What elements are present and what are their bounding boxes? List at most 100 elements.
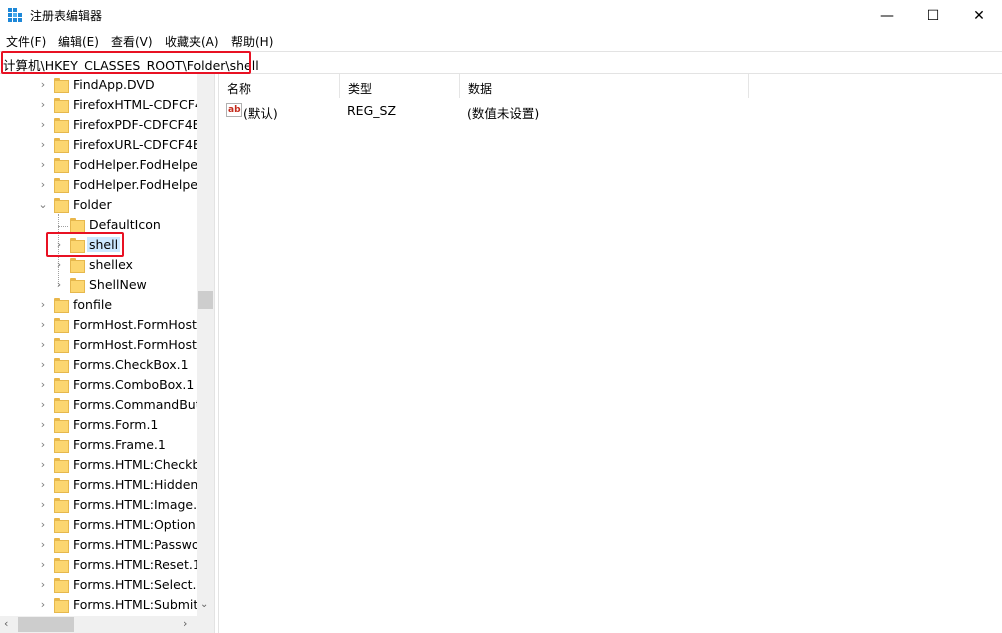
scroll-thumb[interactable]: [198, 291, 213, 309]
chevron-right-icon[interactable]: ›: [38, 338, 48, 352]
tree-item-label: FirefoxURL-CDFCF4B7: [73, 137, 210, 152]
tree-item[interactable]: › Forms.HTML:Select.1: [0, 575, 204, 595]
tree-item[interactable]: › ShellNew: [0, 275, 197, 295]
chevron-right-icon[interactable]: ›: [38, 578, 48, 592]
chevron-right-icon[interactable]: ›: [38, 518, 48, 532]
registry-tree[interactable]: › FindApp.DVD › FirefoxHTML-CDFCF4 › Fir…: [0, 74, 213, 633]
chevron-right-icon[interactable]: ›: [38, 458, 48, 472]
chevron-right-icon[interactable]: ›: [38, 78, 48, 92]
list-header: 名称 类型 数据: [219, 74, 1002, 98]
tree-item[interactable]: › FodHelper.FodHelper: [0, 175, 203, 195]
close-icon: ✕: [973, 7, 985, 24]
menu-view[interactable]: 查看(V): [111, 33, 153, 50]
tree-item[interactable]: › FodHelper.FodHelper: [0, 155, 203, 175]
tree-item[interactable]: › Forms.CommandButt: [0, 395, 206, 415]
menu-help[interactable]: 帮助(H): [231, 33, 273, 50]
tree-item[interactable]: › Forms.ComboBox.1: [0, 375, 197, 395]
chevron-right-icon[interactable]: ›: [38, 98, 48, 112]
tree-item-label: Forms.ComboBox.1: [73, 377, 195, 392]
column-type[interactable]: 类型: [340, 74, 460, 98]
tree-item[interactable]: › Forms.HTML:Image.1: [0, 495, 205, 515]
tree-item-label: Forms.HTML:Select.1: [73, 577, 205, 592]
chevron-right-icon[interactable]: ›: [38, 498, 48, 512]
chevron-right-icon[interactable]: ›: [54, 258, 64, 272]
tree-item[interactable]: › FindApp.DVD: [0, 75, 197, 95]
tree-item[interactable]: › Forms.CheckBox.1: [0, 355, 197, 375]
tree-horizontal-scrollbar[interactable]: ‹ ›: [0, 616, 197, 633]
scroll-right-icon[interactable]: ›: [183, 617, 187, 630]
tree-item[interactable]: › Forms.Form.1: [0, 415, 197, 435]
close-button[interactable]: ✕: [956, 0, 1002, 31]
chevron-right-icon[interactable]: ›: [38, 318, 48, 332]
folder-icon: [54, 598, 69, 613]
shell-highlight-box: [46, 232, 124, 257]
tree-item[interactable]: › fonfile: [0, 295, 197, 315]
tree-item[interactable]: › Forms.HTML:Option.1: [0, 515, 208, 535]
tree-vertical-scrollbar[interactable]: ⌄: [197, 74, 214, 616]
folder-icon: [54, 98, 69, 113]
maximize-button[interactable]: ☐: [910, 0, 956, 31]
menu-favorites[interactable]: 收藏夹(A): [165, 33, 219, 50]
tree-item[interactable]: › Forms.HTML:Hidden.1: [0, 475, 210, 495]
chevron-right-icon[interactable]: ›: [38, 138, 48, 152]
tree-item-label: Forms.CheckBox.1: [73, 357, 189, 372]
tree-item[interactable]: › FormHost.FormHost: [0, 315, 197, 335]
minimize-button[interactable]: —: [864, 0, 910, 31]
folder-icon: [54, 578, 69, 593]
tree-item[interactable]: › Forms.HTML:Submitb: [0, 595, 206, 615]
scroll-down-icon[interactable]: ⌄: [200, 599, 208, 610]
chevron-right-icon[interactable]: ›: [38, 358, 48, 372]
title-bar: 注册表编辑器 — ☐ ✕: [0, 0, 1002, 31]
tree-item[interactable]: › Forms.HTML:Checkbo: [0, 455, 208, 475]
column-data[interactable]: 数据: [460, 74, 749, 98]
tree-item-label: FirefoxHTML-CDFCF4: [73, 97, 203, 112]
menu-edit[interactable]: 编辑(E): [58, 33, 99, 50]
tree-item[interactable]: › shellex: [0, 255, 197, 275]
chevron-right-icon[interactable]: ›: [38, 118, 48, 132]
folder-icon: [70, 258, 85, 273]
minimize-icon: —: [880, 7, 894, 24]
chevron-right-icon[interactable]: ›: [38, 478, 48, 492]
tree-item[interactable]: › Forms.HTML:Passwor: [0, 535, 205, 555]
chevron-right-icon[interactable]: ›: [38, 158, 48, 172]
chevron-down-icon[interactable]: ⌄: [38, 198, 48, 212]
tree-item[interactable]: › FirefoxHTML-CDFCF4: [0, 95, 203, 115]
address-highlight-box: [1, 51, 251, 74]
tree-item-folder[interactable]: ⌄ Folder: [0, 195, 197, 215]
chevron-right-icon[interactable]: ›: [38, 558, 48, 572]
table-row[interactable]: ab (默认) REG_SZ (数值未设置): [219, 100, 1002, 121]
chevron-right-icon[interactable]: ›: [38, 418, 48, 432]
chevron-right-icon[interactable]: ›: [38, 398, 48, 412]
tree-item[interactable]: › Forms.HTML:Reset.1: [0, 555, 201, 575]
folder-icon: [54, 458, 69, 473]
values-list[interactable]: 名称 类型 数据 ab (默认) REG_SZ (数值未设置): [219, 74, 1002, 633]
column-name[interactable]: 名称: [219, 74, 340, 98]
tree-item-label: FodHelper.FodHelper: [73, 177, 204, 192]
folder-icon: [54, 78, 69, 93]
folder-icon: [54, 338, 69, 353]
chevron-right-icon[interactable]: ›: [38, 378, 48, 392]
chevron-right-icon[interactable]: ›: [38, 438, 48, 452]
tree-item[interactable]: › FirefoxPDF-CDFCF4B7: [0, 115, 209, 135]
chevron-right-icon[interactable]: ›: [54, 278, 64, 292]
chevron-right-icon[interactable]: ›: [38, 538, 48, 552]
chevron-right-icon[interactable]: ›: [38, 298, 48, 312]
folder-icon: [54, 478, 69, 493]
tree-item[interactable]: › FirefoxURL-CDFCF4B7: [0, 135, 209, 155]
folder-icon: [54, 518, 69, 533]
tree-item-label: Forms.HTML:Option.1: [73, 517, 208, 532]
tree-item[interactable]: › Forms.Frame.1: [0, 435, 197, 455]
scroll-thumb[interactable]: [18, 617, 74, 632]
menu-file[interactable]: 文件(F): [6, 33, 46, 50]
tree-item-label: FindApp.DVD: [73, 77, 155, 92]
string-value-icon: ab: [226, 103, 242, 117]
tree-item-label: FodHelper.FodHelper: [73, 157, 204, 172]
folder-icon: [54, 418, 69, 433]
tree-item-label: DefaultIcon: [89, 217, 161, 232]
folder-icon: [54, 558, 69, 573]
chevron-right-icon[interactable]: ›: [38, 178, 48, 192]
tree-item-label: FirefoxPDF-CDFCF4B7: [73, 117, 210, 132]
chevron-right-icon[interactable]: ›: [38, 598, 48, 612]
scroll-left-icon[interactable]: ‹: [4, 617, 8, 630]
tree-item[interactable]: › FormHost.FormHost.1: [0, 335, 209, 355]
